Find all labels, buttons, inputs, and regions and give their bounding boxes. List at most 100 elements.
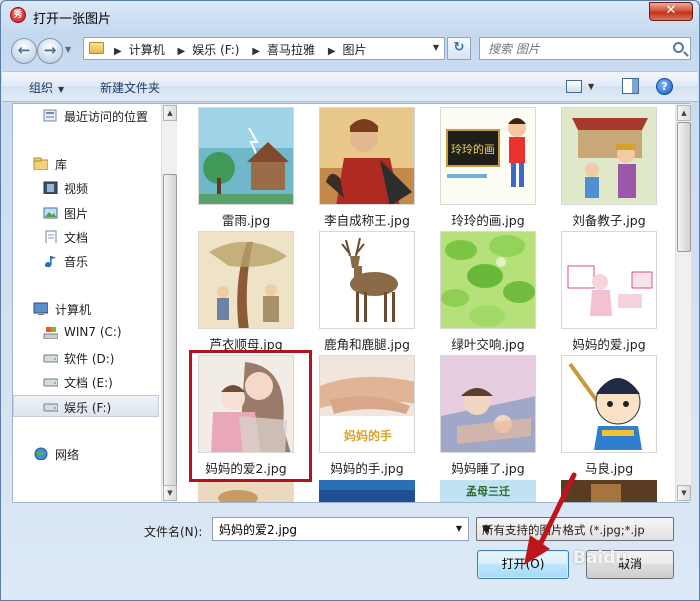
- file-item[interactable]: 妈妈睡了.jpg: [440, 355, 546, 477]
- sidebar-item-label: 视频: [64, 182, 89, 196]
- sidebar-item-drive-d[interactable]: 软件 (D:): [13, 347, 159, 369]
- preview-pane-icon[interactable]: [622, 78, 639, 94]
- reed-coat-picture: [199, 232, 293, 328]
- file-thumbnail: 妈妈的手: [319, 355, 415, 453]
- file-name: 妈妈的爱.jpg: [572, 337, 646, 352]
- sidebar-item-computer[interactable]: 计算机: [13, 298, 159, 320]
- recent-places-icon: [43, 109, 57, 122]
- file-item[interactable]: 刘备教子.jpg: [561, 107, 667, 229]
- document-icon: [45, 230, 57, 243]
- sidebar-item-drive-e[interactable]: 文档 (E:): [13, 371, 159, 393]
- file-item[interactable]: [319, 480, 425, 502]
- navigation-scrollbar[interactable]: ▲ ▼: [161, 104, 177, 502]
- file-name: 芦衣顺母.jpg: [209, 337, 283, 352]
- new-folder-button[interactable]: 新建文件夹: [100, 79, 160, 96]
- sidebar-item-libraries[interactable]: 库: [13, 153, 159, 175]
- file-thumbnail: [440, 355, 536, 453]
- navigation-pane: 最近访问的位置 库 视频 图片 文档 音乐 计算机 WIN7 (C:) 软件 (…: [13, 104, 161, 502]
- file-item-selected[interactable]: 妈妈的爱2.jpg: [198, 355, 304, 477]
- address-bar[interactable]: ▶ 计算机 ▶ 娱乐 (F:) ▶ 喜马拉雅 ▶ 图片 ▼: [83, 37, 445, 60]
- sidebar-item-network[interactable]: 网络: [13, 443, 159, 465]
- cancel-button[interactable]: 取消: [586, 550, 674, 579]
- breadcrumb-computer[interactable]: 计算机: [129, 41, 165, 58]
- sidebar-item-label: 最近访问的位置: [64, 110, 149, 124]
- organize-label: 组织: [29, 81, 54, 95]
- file-name: 妈妈睡了.jpg: [451, 461, 525, 476]
- file-item[interactable]: 李自成称王.jpg: [319, 107, 425, 229]
- filename-input[interactable]: [217, 521, 442, 537]
- file-item[interactable]: 妈妈的手 妈妈的手.jpg: [319, 355, 425, 477]
- file-item[interactable]: 雷雨.jpg: [198, 107, 304, 229]
- search-icon[interactable]: [673, 42, 684, 53]
- breadcrumb-drive[interactable]: 娱乐 (F:): [192, 41, 239, 58]
- change-view-icon[interactable]: [566, 80, 582, 93]
- file-item[interactable]: 绿叶交响.jpg: [440, 231, 546, 353]
- file-thumbnail: [198, 480, 294, 502]
- sidebar-item-recent[interactable]: 最近访问的位置: [13, 105, 159, 127]
- library-icon: [33, 157, 48, 170]
- close-button[interactable]: ✕: [649, 2, 693, 21]
- sidebar-item-documents[interactable]: 文档: [13, 226, 159, 248]
- file-item[interactable]: [561, 480, 667, 502]
- file-grid-scrollbar[interactable]: ▲ ▼: [675, 104, 691, 502]
- open-button[interactable]: 打开(O): [477, 550, 569, 579]
- sidebar-item-drive-f[interactable]: 娱乐 (F:): [13, 395, 159, 417]
- file-grid: 雷雨.jpg 李自成称王.jpg 玲玲的画 玲玲的画.jpg 刘备教子.jpg …: [183, 104, 675, 502]
- scrollbar-thumb[interactable]: [677, 122, 691, 252]
- file-name: 马良.jpg: [584, 461, 634, 476]
- file-thumbnail: [440, 231, 536, 329]
- sidebar-item-pictures[interactable]: 图片: [13, 202, 159, 224]
- breadcrumb-current[interactable]: 图片: [343, 41, 367, 58]
- warrior-king-picture: [320, 108, 414, 204]
- file-thumbnail: [561, 107, 657, 205]
- sidebar-item-music[interactable]: 音乐: [13, 250, 159, 272]
- file-type-select[interactable]: 所有支持的图片格式 (*.jpg;*.jp ▼: [476, 517, 674, 541]
- computer-icon: [33, 302, 48, 315]
- sidebar-item-videos[interactable]: 视频: [13, 177, 159, 199]
- file-name: 玲玲的画.jpg: [451, 213, 525, 228]
- recent-pages-dropdown-icon[interactable]: ▼: [65, 45, 71, 54]
- chevron-right-icon[interactable]: ▶: [114, 46, 122, 57]
- forward-button[interactable]: →: [37, 38, 63, 64]
- sidebar-item-label: 娱乐 (F:): [64, 401, 112, 415]
- open-image-dialog: 秀 打开一张图片 ✕ ← → ▼ ▶ 计算机 ▶ 娱乐 (F:) ▶ 喜马拉雅 ▶ 图片…: [0, 0, 700, 601]
- file-item[interactable]: [198, 480, 304, 502]
- back-button[interactable]: ←: [11, 38, 37, 64]
- chevron-right-icon[interactable]: ▶: [178, 46, 186, 57]
- search-input[interactable]: [486, 41, 661, 57]
- chevron-down-icon: ▼: [482, 522, 491, 536]
- mothers-love-sketch-picture: [562, 232, 656, 328]
- chevron-down-icon[interactable]: ▼: [433, 43, 439, 52]
- search-box[interactable]: [479, 37, 691, 60]
- scroll-down-arrow-icon[interactable]: ▼: [163, 485, 177, 501]
- file-item[interactable]: 芦衣顺母.jpg: [198, 231, 304, 353]
- file-item[interactable]: 妈妈的爱.jpg: [561, 231, 667, 353]
- scroll-up-arrow-icon[interactable]: ▲: [163, 105, 177, 121]
- scroll-down-arrow-icon[interactable]: ▼: [677, 485, 691, 501]
- file-item[interactable]: 玲玲的画 玲玲的画.jpg: [440, 107, 546, 229]
- file-thumbnail: [561, 480, 657, 502]
- sidebar-item-label: 图片: [64, 207, 89, 221]
- breadcrumb-folder[interactable]: 喜马拉雅: [267, 41, 315, 58]
- chevron-down-icon[interactable]: ▼: [456, 524, 462, 533]
- video-icon: [43, 181, 58, 194]
- file-name: 鹿角和鹿腿.jpg: [324, 337, 410, 352]
- file-item[interactable]: 马良.jpg: [561, 355, 667, 477]
- chevron-down-icon[interactable]: ▼: [588, 82, 594, 91]
- file-name: 刘备教子.jpg: [572, 213, 646, 228]
- scroll-up-arrow-icon[interactable]: ▲: [677, 105, 691, 121]
- chevron-right-icon[interactable]: ▶: [328, 46, 336, 57]
- picture-caption: 妈妈的手: [344, 428, 392, 443]
- deer-picture: [320, 232, 414, 328]
- chevron-right-icon[interactable]: ▶: [252, 46, 260, 57]
- sidebar-item-label: 网络: [55, 448, 80, 462]
- sidebar-item-drive-c[interactable]: WIN7 (C:): [13, 322, 159, 344]
- help-icon[interactable]: ?: [656, 78, 673, 95]
- file-thumbnail: [198, 107, 294, 205]
- file-item[interactable]: 鹿角和鹿腿.jpg: [319, 231, 425, 353]
- filename-field[interactable]: ▼: [212, 517, 469, 541]
- scrollbar-thumb[interactable]: [163, 174, 177, 492]
- file-item[interactable]: 孟母三迁: [440, 480, 546, 502]
- refresh-button[interactable]: ↻: [447, 37, 471, 60]
- organize-menu-button[interactable]: 组织 ▼: [29, 79, 64, 96]
